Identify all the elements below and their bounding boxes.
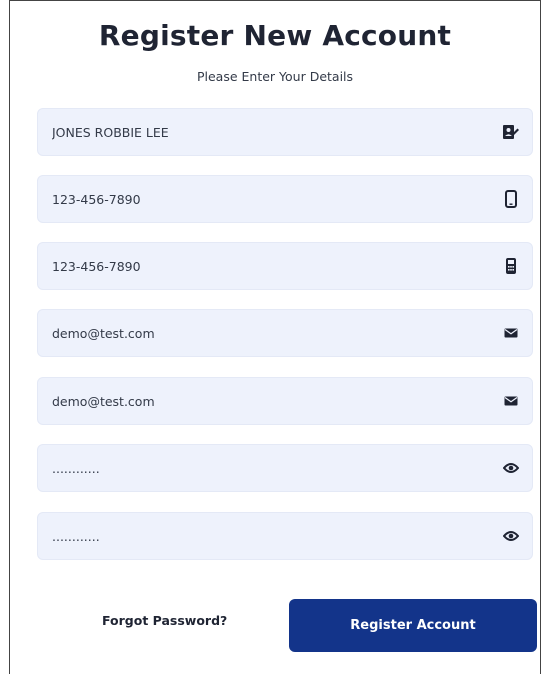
full-name-input[interactable] [38, 109, 478, 155]
register-account-button[interactable]: Register Account [289, 599, 537, 652]
form-subtitle: Please Enter Your Details [196, 69, 354, 84]
confirm-email-input[interactable] [38, 378, 478, 424]
email-field [37, 309, 533, 357]
eye-icon[interactable] [502, 459, 520, 477]
confirm-email-field [37, 377, 533, 425]
mobile-phone-field [37, 175, 533, 223]
eye-icon[interactable] [502, 527, 520, 545]
registration-form: Register New Account Please Enter Your D… [9, 0, 541, 674]
password-input[interactable] [38, 445, 478, 491]
landline-phone-icon [502, 257, 520, 275]
mobile-phone-input[interactable] [38, 176, 478, 222]
id-card-edit-icon [502, 123, 520, 141]
envelope-icon [502, 324, 520, 342]
envelope-icon [502, 392, 520, 410]
password-field [37, 444, 533, 492]
form-title: Register New Account [98, 19, 452, 52]
full-name-field [37, 108, 533, 156]
alternate-phone-field [37, 242, 533, 290]
confirm-password-input[interactable] [38, 513, 478, 559]
confirm-password-field [37, 512, 533, 560]
alternate-phone-input[interactable] [38, 243, 478, 289]
mobile-phone-icon [502, 190, 520, 208]
forgot-password-link[interactable]: Forgot Password? [102, 613, 227, 628]
email-input[interactable] [38, 310, 478, 356]
